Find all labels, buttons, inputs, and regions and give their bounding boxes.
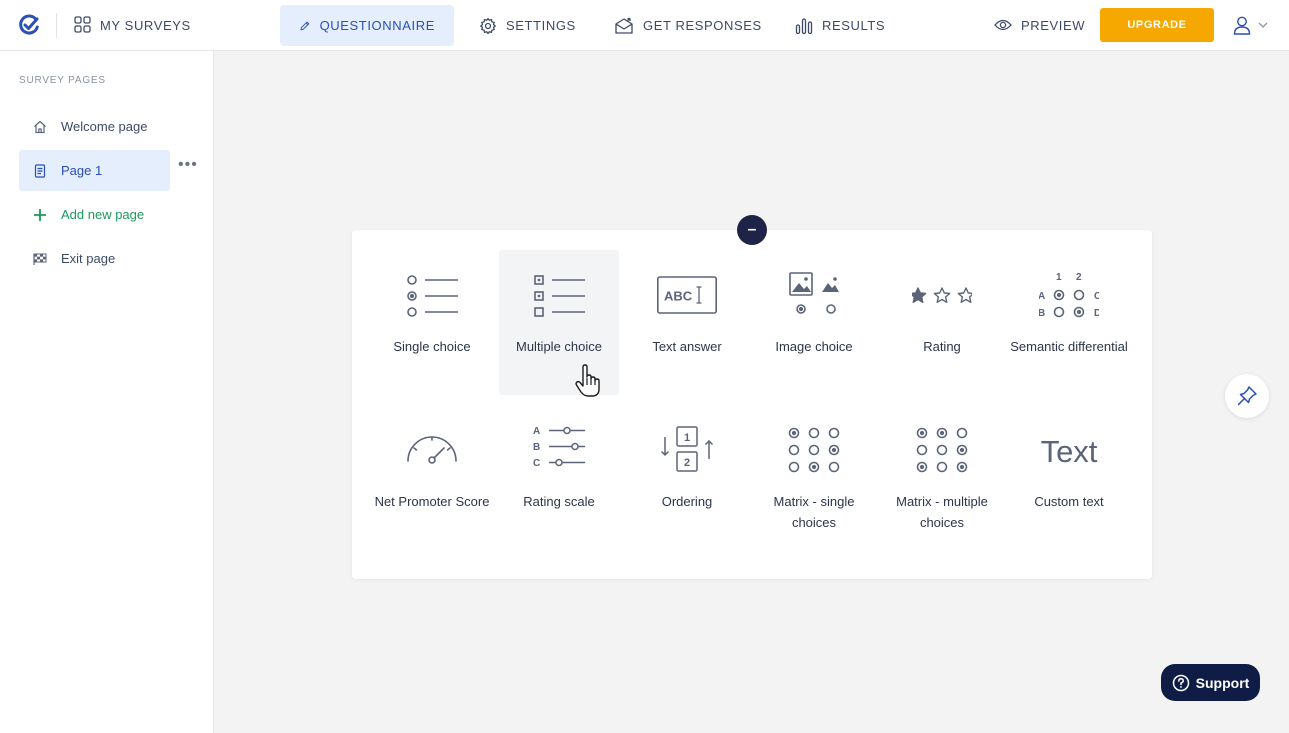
- tab-results-label: RESULTS: [822, 18, 886, 33]
- my-surveys-link[interactable]: MY SURVEYS: [74, 15, 191, 35]
- qtype-label: Rating scale: [523, 494, 595, 509]
- tab-results[interactable]: RESULTS: [776, 5, 904, 46]
- text-answer-glyph: ABC: [664, 289, 693, 304]
- sidebar-item-label: Add new page: [61, 207, 145, 222]
- sd-left-label-b: B: [1039, 308, 1045, 319]
- qtype-label: Multiple choice: [516, 339, 602, 354]
- sd-right-label-c: C: [1094, 291, 1099, 302]
- envelope-icon: [615, 17, 633, 34]
- qtype-rating[interactable]: Rating: [882, 250, 1002, 395]
- sidebar-item-page-1[interactable]: Page 1: [19, 150, 170, 191]
- rating-scale-icon: A B C: [533, 426, 585, 469]
- help-circle-icon: [1172, 674, 1189, 691]
- sd-top-right-label: 2: [1076, 272, 1082, 283]
- checkered-flag-icon: [33, 253, 47, 265]
- question-type-picker: Single choice Multiple choice ABC Text a…: [352, 230, 1152, 579]
- sidebar-item-exit-page[interactable]: Exit page: [19, 238, 170, 279]
- sidebar-heading: SURVEY PAGES: [19, 75, 106, 86]
- eye-icon: [994, 19, 1012, 31]
- page-options-button[interactable]: •••: [178, 157, 198, 173]
- qtype-label: Text answer: [652, 339, 722, 354]
- qtype-text-answer[interactable]: ABC Text answer: [627, 250, 747, 395]
- qtype-label: Image choice: [775, 339, 853, 354]
- qtype-custom-text[interactable]: Text Custom text: [1009, 405, 1129, 550]
- sidebar: SURVEY PAGES Welcome page Page 1 ••• Add…: [0, 51, 214, 733]
- tab-get-responses[interactable]: GET RESPONSES: [595, 5, 781, 46]
- preview-label: PREVIEW: [1021, 17, 1086, 33]
- qtype-ordering[interactable]: 1 2 Ordering: [627, 405, 747, 550]
- grid-icon: [74, 16, 91, 33]
- semantic-differential-icon: 1 2 A C B D: [1039, 272, 1099, 319]
- tab-questionnaire[interactable]: QUESTIONNAIRE: [280, 5, 454, 46]
- survey-logo-icon[interactable]: [18, 14, 40, 36]
- sidebar-item-label: Page 1: [61, 163, 103, 178]
- tab-questionnaire-label: QUESTIONNAIRE: [319, 18, 435, 33]
- gear-icon: [480, 17, 496, 34]
- multiple-choice-icon: [534, 275, 585, 317]
- image-choice-icon: [789, 272, 839, 314]
- support-button[interactable]: Support: [1161, 664, 1260, 701]
- chevron-down-icon: [1258, 22, 1268, 28]
- matrix-multiple-icon: [916, 427, 968, 473]
- qtype-label: Semantic differential: [1010, 339, 1128, 354]
- document-icon: [34, 163, 46, 178]
- scale-label-a: A: [533, 426, 540, 437]
- qtype-net-promoter-score[interactable]: Net Promoter Score: [372, 405, 492, 550]
- ordering-icon: 1 2: [660, 426, 714, 472]
- hand-cursor-icon: [575, 364, 600, 397]
- pin-icon: [1237, 386, 1257, 406]
- qtype-semantic-differential[interactable]: 1 2 A C B D Semantic differential: [1009, 250, 1129, 395]
- qtype-label: Matrix - single choices: [773, 494, 855, 530]
- matrix-single-icon: [788, 427, 840, 473]
- gauge-icon: [407, 436, 457, 464]
- qtype-matrix-multiple-choices[interactable]: Matrix - multiple choices: [882, 405, 1002, 550]
- rating-stars-icon: [912, 287, 972, 303]
- tab-get-responses-label: GET RESPONSES: [643, 18, 762, 33]
- tab-settings-label: SETTINGS: [506, 18, 576, 33]
- pin-tool-button[interactable]: [1225, 374, 1269, 418]
- ordering-label-2: 2: [684, 457, 690, 469]
- sidebar-item-add-new-page[interactable]: Add new page: [19, 194, 170, 235]
- home-icon: [34, 120, 46, 133]
- tab-settings[interactable]: SETTINGS: [460, 5, 595, 46]
- pencil-icon: [300, 21, 310, 30]
- qtype-image-choice[interactable]: Image choice: [754, 250, 874, 395]
- qtype-label: Custom text: [1034, 494, 1104, 509]
- qtype-single-choice[interactable]: Single choice: [372, 250, 492, 395]
- qtype-label: Net Promoter Score: [374, 494, 490, 509]
- custom-text-icon: Text: [1041, 434, 1098, 469]
- text-answer-icon: ABC: [657, 276, 717, 314]
- sidebar-item-label: Exit page: [61, 251, 116, 266]
- plus-icon: [34, 208, 46, 221]
- sidebar-item-welcome-page[interactable]: Welcome page: [19, 106, 170, 147]
- qtype-label: Single choice: [393, 339, 471, 354]
- qtype-label: Ordering: [661, 494, 713, 509]
- divider: [56, 13, 57, 38]
- scale-label-b: B: [533, 442, 540, 453]
- account-menu[interactable]: [1232, 14, 1268, 36]
- qtype-rating-scale[interactable]: A B C Rating scale: [499, 405, 619, 550]
- single-choice-icon: [407, 275, 458, 317]
- preview-button[interactable]: PREVIEW: [994, 15, 1085, 35]
- scale-label-c: C: [533, 458, 540, 469]
- sd-right-label-d: D: [1094, 308, 1099, 319]
- ordering-label-1: 1: [684, 432, 690, 444]
- qtype-label: Rating: [923, 339, 961, 354]
- top-bar: MY SURVEYS QUESTIONNAIRE SETTINGS GET RE…: [0, 0, 1289, 51]
- collapse-picker-button[interactable]: –: [737, 215, 767, 245]
- qtype-matrix-single-choices[interactable]: Matrix - single choices: [754, 405, 874, 550]
- sidebar-item-label: Welcome page: [61, 119, 148, 134]
- sd-top-left-label: 1: [1056, 272, 1062, 283]
- qtype-label: Matrix - multiple choices: [896, 494, 988, 530]
- custom-text-glyph: Text: [1041, 434, 1098, 469]
- bar-chart-icon: [795, 17, 813, 34]
- upgrade-button[interactable]: UPGRADE: [1100, 8, 1214, 42]
- support-label: Support: [1195, 674, 1250, 691]
- my-surveys-label: MY SURVEYS: [100, 17, 191, 33]
- user-icon: [1233, 16, 1251, 35]
- sd-left-label-a: A: [1039, 291, 1045, 302]
